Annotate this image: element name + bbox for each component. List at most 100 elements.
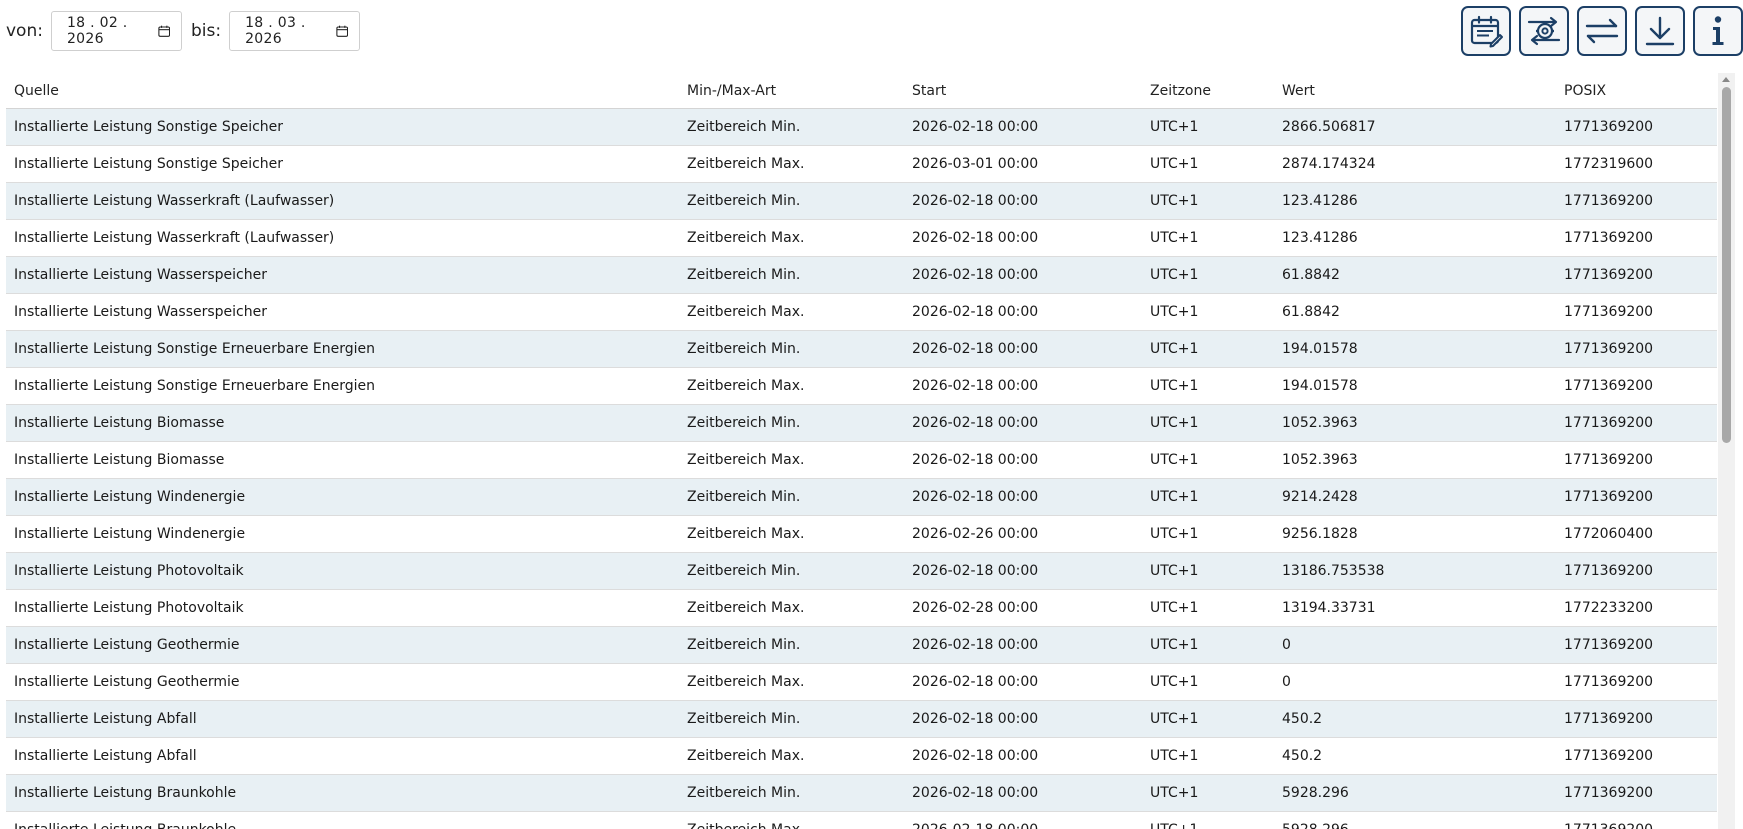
cell-zeitzone: UTC+1 xyxy=(1142,219,1274,257)
cell-posix: 1771369200 xyxy=(1556,293,1717,331)
info-button[interactable] xyxy=(1693,6,1743,56)
table-row[interactable]: Installierte Leistung BraunkohleZeitbere… xyxy=(6,774,1717,812)
table-row[interactable]: Installierte Leistung Wasserspeicher Zeit… xyxy=(6,256,1717,294)
cell-min-max-art: Zeitbereich Max. xyxy=(679,589,904,627)
table-row[interactable]: Installierte Leistung Geothermie Zeitbere… xyxy=(6,663,1717,701)
cell-wert: 13194.33731 xyxy=(1274,589,1556,627)
cell-quelle: Installierte Leistung Wasserspeicher xyxy=(6,256,679,294)
cell-min-max-art: Zeitbereich Min. xyxy=(679,552,904,590)
page: von: 18 . 02 . 2026 bis: 18 . 03 . 2026 xyxy=(0,0,1743,829)
data-table: Quelle Min-/Max-Art Start Zeitzone Wert … xyxy=(6,73,1717,829)
cell-wert: 450.2 xyxy=(1274,737,1556,775)
calendar-icon[interactable] xyxy=(157,24,170,38)
cell-min-max-art: Zeitbereich Min. xyxy=(679,700,904,738)
cell-quelle: Installierte Leistung Abfall xyxy=(6,700,679,738)
cell-wert: 61.8842 xyxy=(1274,256,1556,294)
cell-start: 2026-02-18 00:00 xyxy=(904,478,1142,516)
cell-min-max-art: Zeitbereich Min. xyxy=(679,774,904,812)
cell-zeitzone: UTC+1 xyxy=(1142,108,1274,146)
cell-wert: 450.2 xyxy=(1274,700,1556,738)
from-date-input[interactable]: 18 . 02 . 2026 xyxy=(50,11,182,51)
vertical-scrollbar[interactable] xyxy=(1718,73,1735,829)
cell-quelle: Installierte Leistung Windenergie xyxy=(6,478,679,516)
cell-posix: 1771369200 xyxy=(1556,663,1717,701)
swap-button[interactable] xyxy=(1577,6,1627,56)
table-row[interactable]: Installierte Leistung Windenergie Zeitber… xyxy=(6,478,1717,516)
cell-start: 2026-02-18 00:00 xyxy=(904,182,1142,220)
table-row[interactable]: Installierte Leistung Windenergie Zeitber… xyxy=(6,515,1717,553)
cell-wert: 0 xyxy=(1274,626,1556,664)
cell-zeitzone: UTC+1 xyxy=(1142,811,1274,829)
cell-quelle: Installierte Leistung Sonstige Speicher xyxy=(6,108,679,146)
cell-zeitzone: UTC+1 xyxy=(1142,441,1274,479)
calendar-icon[interactable] xyxy=(336,24,348,38)
cell-start: 2026-02-18 00:00 xyxy=(904,737,1142,775)
from-label: von: xyxy=(6,21,43,41)
cell-posix: 1771369200 xyxy=(1556,182,1717,220)
swap-arrows-icon xyxy=(1585,18,1619,44)
calendar-note-button[interactable] xyxy=(1461,6,1511,56)
cell-zeitzone: UTC+1 xyxy=(1142,663,1274,701)
table-row[interactable]: Installierte Leistung Wasserspeicher Zeit… xyxy=(6,293,1717,331)
cell-start: 2026-02-18 00:00 xyxy=(904,256,1142,294)
column-header-start[interactable]: Start xyxy=(904,73,1142,109)
settings-compare-icon xyxy=(1527,16,1561,46)
table-row[interactable]: Installierte Leistung Wasserkraft (Laufw… xyxy=(6,219,1717,257)
cell-min-max-art: Zeitbereich Min. xyxy=(679,626,904,664)
calendar-note-icon xyxy=(1470,15,1503,48)
column-header-zeitzone[interactable]: Zeitzone xyxy=(1142,73,1274,109)
table-row[interactable]: Installierte Leistung Geothermie Zeitbere… xyxy=(6,626,1717,664)
cell-min-max-art: Zeitbereich Max. xyxy=(679,293,904,331)
cell-zeitzone: UTC+1 xyxy=(1142,145,1274,183)
table-row[interactable]: Installierte Leistung Sonstige Speicher Z… xyxy=(6,145,1717,183)
cell-posix: 1771369200 xyxy=(1556,626,1717,664)
cell-wert: 9214.2428 xyxy=(1274,478,1556,516)
cell-start: 2026-02-18 00:00 xyxy=(904,811,1142,829)
cell-wert: 13186.753538 xyxy=(1274,552,1556,590)
column-header-min-max-art[interactable]: Min-/Max-Art xyxy=(679,73,904,109)
data-table-container: Quelle Min-/Max-Art Start Zeitzone Wert … xyxy=(6,73,1718,829)
cell-zeitzone: UTC+1 xyxy=(1142,478,1274,516)
cell-quelle: Installierte Leistung Braunkohle xyxy=(6,774,679,812)
cell-posix: 1771369200 xyxy=(1556,219,1717,257)
table-header: Quelle Min-/Max-Art Start Zeitzone Wert … xyxy=(6,73,1717,109)
column-header-posix[interactable]: POSIX xyxy=(1556,73,1717,109)
from-date-value: 18 . 02 . 2026 xyxy=(66,15,128,47)
cell-min-max-art: Zeitbereich Max. xyxy=(679,367,904,405)
settings-compare-button[interactable] xyxy=(1519,6,1569,56)
table-row[interactable]: Installierte Leistung Photovoltaik Zeitbe… xyxy=(6,552,1717,590)
cell-posix: 1771369200 xyxy=(1556,256,1717,294)
cell-start: 2026-02-18 00:00 xyxy=(904,700,1142,738)
table-row[interactable]: Installierte Leistung Wasserkraft (Laufw… xyxy=(6,182,1717,220)
table-row[interactable]: Installierte Leistung Sonstige Speicher Z… xyxy=(6,108,1717,146)
table-row[interactable]: Installierte Leistung Biomasse Zeitbereic… xyxy=(6,441,1717,479)
cell-quelle: Installierte Leistung Wasserspeicher xyxy=(6,293,679,331)
cell-zeitzone: UTC+1 xyxy=(1142,256,1274,294)
table-row[interactable]: Installierte Leistung Sonstige Erneuerba… xyxy=(6,330,1717,368)
to-date-input[interactable]: 18 . 03 . 2026 xyxy=(229,11,361,51)
table-row[interactable]: Installierte Leistung Biomasse Zeitbereic… xyxy=(6,404,1717,442)
cell-wert: 1052.3963 xyxy=(1274,441,1556,479)
table-row[interactable]: Installierte Leistung BraunkohleZeitbere… xyxy=(6,811,1717,829)
cell-min-max-art: Zeitbereich Min. xyxy=(679,404,904,442)
cell-posix: 1771369200 xyxy=(1556,108,1717,146)
toolbar: von: 18 . 02 . 2026 bis: 18 . 03 . 2026 xyxy=(0,0,1743,66)
scroll-up-arrow-icon[interactable] xyxy=(1722,77,1730,82)
cell-start: 2026-02-18 00:00 xyxy=(904,330,1142,368)
download-button[interactable] xyxy=(1635,6,1685,56)
column-header-wert[interactable]: Wert xyxy=(1274,73,1556,109)
cell-start: 2026-03-01 00:00 xyxy=(904,145,1142,183)
cell-quelle: Installierte Leistung Braunkohle xyxy=(6,811,679,829)
table-row[interactable]: Installierte Leistung Sonstige Erneuerba… xyxy=(6,367,1717,405)
cell-quelle: Installierte Leistung Geothermie xyxy=(6,626,679,664)
scrollbar-thumb[interactable] xyxy=(1722,87,1731,443)
table-row[interactable]: Installierte Leistung Photovoltaik Zeitbe… xyxy=(6,589,1717,627)
cell-wert: 1052.3963 xyxy=(1274,404,1556,442)
cell-start: 2026-02-18 00:00 xyxy=(904,367,1142,405)
cell-zeitzone: UTC+1 xyxy=(1142,293,1274,331)
table-row[interactable]: Installierte Leistung Abfall Zeitbereich … xyxy=(6,700,1717,738)
cell-quelle: Installierte Leistung Windenergie xyxy=(6,515,679,553)
cell-min-max-art: Zeitbereich Max. xyxy=(679,441,904,479)
table-row[interactable]: Installierte Leistung Abfall Zeitbereich … xyxy=(6,737,1717,775)
column-header-quelle[interactable]: Quelle xyxy=(6,73,679,109)
